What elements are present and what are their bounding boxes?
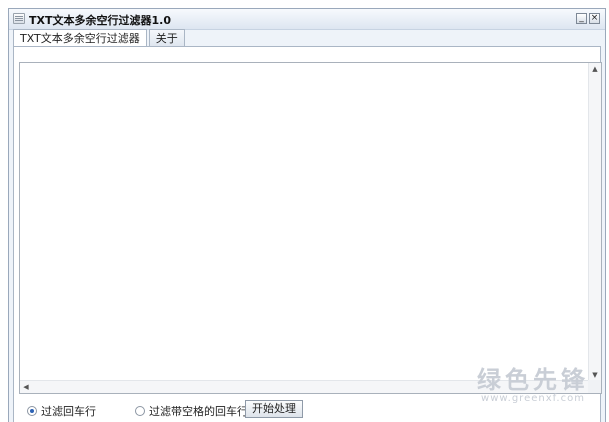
horizontal-scrollbar[interactable]: ◀: [20, 380, 589, 393]
minimize-button[interactable]: _: [576, 13, 587, 24]
text-editor[interactable]: ▲ ▼ ◀: [19, 62, 602, 394]
filter-blank-lines-radio[interactable]: 过滤回车行: [27, 403, 96, 419]
tab-panel: ▲ ▼ ◀ 过滤回车行 过滤带空格的回车行 开始处理: [13, 46, 602, 422]
title-bar[interactable]: TXT文本多余空行过滤器1.0 _ ×: [9, 9, 605, 30]
vertical-scrollbar[interactable]: ▲ ▼: [588, 63, 601, 381]
radio-circle[interactable]: [27, 406, 37, 416]
size-grip: [588, 380, 601, 393]
close-button[interactable]: ×: [589, 13, 600, 24]
radio-label: 过滤回车行: [41, 405, 96, 418]
filter-space-lines-radio[interactable]: 过滤带空格的回车行: [135, 403, 248, 419]
tab-filter[interactable]: TXT文本多余空行过滤器: [13, 29, 147, 47]
tab-about[interactable]: 关于: [148, 29, 185, 46]
arrow-left-icon[interactable]: ◀: [20, 381, 32, 393]
document-icon: [13, 13, 25, 24]
options-bar: 过滤回车行 过滤带空格的回车行 开始处理: [19, 399, 595, 419]
window-title: TXT文本多余空行过滤器1.0: [29, 14, 171, 27]
radio-circle[interactable]: [135, 406, 145, 416]
tab-bar: TXT文本多余空行过滤器 关于: [13, 29, 187, 47]
main-window: TXT文本多余空行过滤器1.0 _ × TXT文本多余空行过滤器 关于 ▲ ▼ …: [8, 8, 606, 422]
arrow-up-icon[interactable]: ▲: [589, 63, 601, 75]
start-process-button[interactable]: 开始处理: [245, 400, 303, 418]
radio-label: 过滤带空格的回车行: [149, 405, 248, 418]
